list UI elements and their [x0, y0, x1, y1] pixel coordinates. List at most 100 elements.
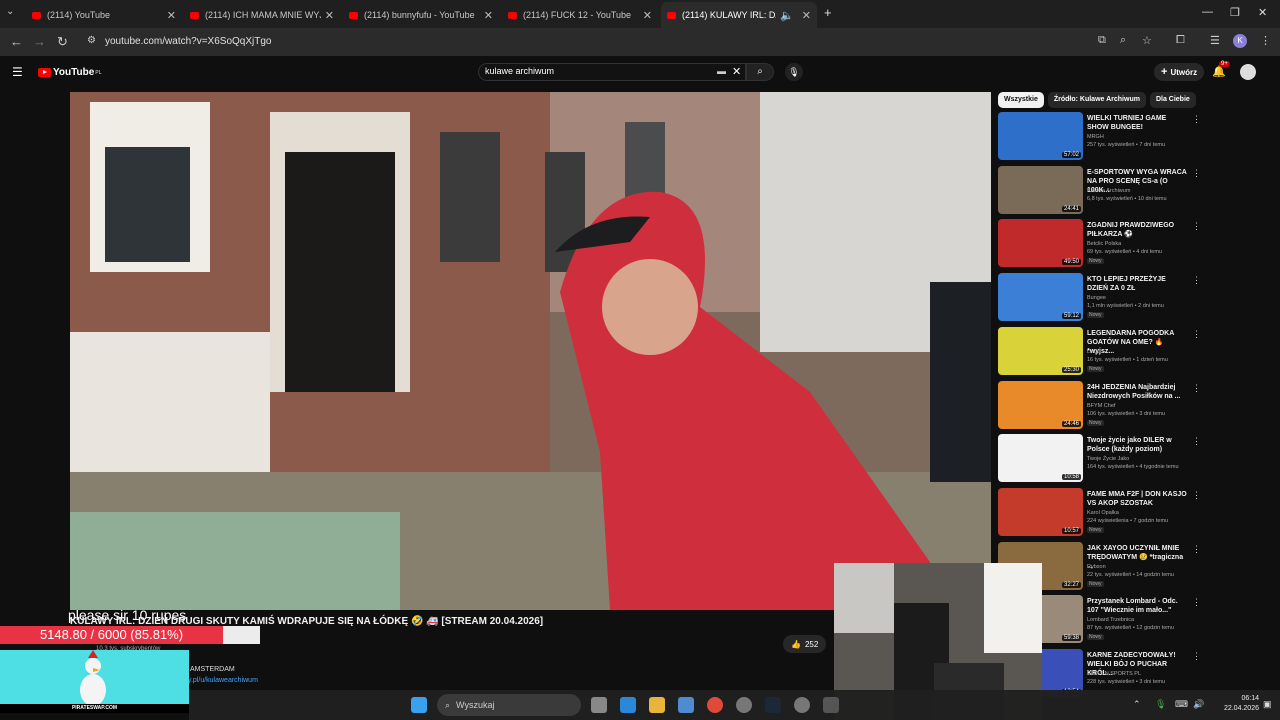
browser-tab-active[interactable]: (2114) KULAWY IRL: DZIEŃ 🔈 ✕ — [661, 2, 817, 28]
video-thumbnail[interactable]: 24:41 — [998, 165, 1083, 214]
steam-icon[interactable] — [765, 697, 781, 713]
recommendation-channel[interactable]: Kulawe Archiwum — [1087, 188, 1130, 194]
url-text[interactable]: youtube.com/watch?v=X6SoQqXjTgo — [105, 36, 271, 47]
recommendation-channel[interactable]: Bungee — [1087, 295, 1106, 301]
recommendation-card[interactable]: 57:02 WIELKI TURNIEJ GAME SHOW BUNGEE! MRG… — [998, 112, 1268, 162]
browser-menu-icon[interactable]: ⋮ — [1260, 34, 1271, 47]
close-tab-icon[interactable]: ✕ — [325, 9, 334, 22]
close-tab-icon[interactable]: ✕ — [802, 9, 811, 22]
more-actions-icon[interactable]: ⋮ — [1192, 275, 1201, 286]
video-thumbnail[interactable]: 10:57 — [998, 487, 1083, 536]
browser-tab[interactable]: (2114) YouTube ✕ — [26, 2, 182, 28]
back-icon[interactable]: ← — [10, 34, 23, 49]
recommendation-channel[interactable]: Lombard Trzebnica — [1087, 617, 1134, 623]
tray-expand-icon[interactable]: ⌃ — [1133, 699, 1141, 710]
recommendation-channel[interactable]: MRGH — [1087, 134, 1104, 140]
video-thumbnail[interactable]: 57:02 — [998, 112, 1083, 160]
recommendation-title[interactable]: ZGADNIJ PRAWDZIWEGO PIŁKARZA ⚽ — [1087, 221, 1187, 239]
forward-icon[interactable]: → — [33, 34, 46, 49]
recommendation-title[interactable]: KTO LEPIEJ PRZEŻYJE DZIEŃ ZA 0 ZŁ — [1087, 275, 1187, 293]
task-view-icon[interactable] — [591, 697, 607, 713]
video-thumbnail[interactable]: 49:50 — [998, 219, 1083, 268]
taskbar-search[interactable]: ⌕ Wyszukaj — [437, 694, 581, 716]
more-actions-icon[interactable]: ⋮ — [1192, 221, 1201, 232]
profile-avatar[interactable]: K — [1233, 34, 1247, 48]
recommendation-card[interactable]: 49:50 ZGADNIJ PRAWDZIWEGO PIŁKARZA ⚽ Betcl… — [998, 219, 1268, 269]
close-tab-icon[interactable]: ✕ — [484, 9, 493, 22]
browser-tab[interactable]: (2114) FUCK 12 - YouTube ✕ — [502, 2, 658, 28]
recommendation-card[interactable]: 25:30 LEGENDARNA POGODKA GOATÓW NA OME? 🔥… — [998, 326, 1268, 377]
address-bar[interactable]: ⚙ youtube.com/watch?v=X6SoQqXjTgo ⧉ ⌕ ☆ … — [80, 31, 1271, 53]
system-clock[interactable]: 06:14 22.04.2026 — [1211, 694, 1259, 714]
voice-search-button[interactable]: 🎙 — [785, 63, 803, 81]
video-thumbnail[interactable]: 59:12 — [998, 273, 1083, 322]
close-tab-icon[interactable]: ✕ — [643, 9, 652, 22]
create-button[interactable]: + Utwórz — [1154, 63, 1205, 81]
more-actions-icon[interactable]: ⋮ — [1192, 329, 1201, 340]
youtube-logo[interactable]: YouTube PL — [38, 67, 102, 78]
bookmark-star-icon[interactable]: ☆ — [1142, 34, 1152, 47]
chip-for-you[interactable]: Dla Ciebie — [1149, 92, 1196, 108]
site-info-icon[interactable]: ⚙ — [87, 35, 96, 46]
recommendation-channel[interactable]: Betclic Polska — [1087, 241, 1121, 247]
more-actions-icon[interactable]: ⋮ — [1192, 436, 1201, 447]
close-tab-icon[interactable]: ✕ — [167, 9, 176, 22]
more-actions-icon[interactable]: ⋮ — [1192, 597, 1201, 608]
more-actions-icon[interactable]: ⋮ — [1192, 544, 1201, 555]
store-icon[interactable] — [678, 697, 694, 713]
new-tab-icon[interactable]: + — [824, 5, 832, 20]
browser-tab[interactable]: (2114) ICH MAMA MNIE WYJAŚ ✕ — [184, 2, 340, 28]
reload-icon[interactable]: ↻ — [57, 34, 68, 50]
zoom-icon[interactable]: ⌕ — [1120, 34, 1126, 47]
more-actions-icon[interactable]: ⋮ — [1192, 114, 1201, 125]
recommendation-card[interactable]: 10:58 Twoje życie jako DILER w Polsce (ka… — [998, 434, 1268, 484]
more-actions-icon[interactable]: ⋮ — [1192, 651, 1201, 662]
recommendation-channel[interactable]: Rybson — [1087, 564, 1106, 570]
recommendation-title[interactable]: FAME MMA F2F | DON KASJO VS AKOP SZOSTAK — [1087, 490, 1187, 508]
search-button[interactable]: ⌕ — [746, 63, 774, 81]
video-thumbnail[interactable]: 10:58 — [998, 434, 1083, 483]
recommendation-title[interactable]: 24H JEDZENIA Najbardziej Niezdrowych Pos… — [1087, 383, 1187, 401]
recording-app-icon[interactable] — [794, 697, 810, 713]
recommendation-title[interactable]: WIELKI TURNIEJ GAME SHOW BUNGEE! — [1087, 114, 1187, 132]
recommendation-card[interactable]: 24:46 24H JEDZENIA Najbardziej Niezdrowyc… — [998, 380, 1268, 431]
more-actions-icon[interactable]: ⋮ — [1192, 383, 1201, 394]
network-icon[interactable]: ⌨ — [1175, 699, 1188, 710]
recommendation-title[interactable]: LEGENDARNA POGODKA GOATÓW NA OME? 🔥 *wyj… — [1087, 329, 1187, 356]
clear-search-icon[interactable]: ✕ — [732, 65, 741, 78]
settings-icon[interactable] — [823, 697, 839, 713]
recommendation-card[interactable]: 59:12 KTO LEPIEJ PRZEŻYJE DZIEŃ ZA 0 ZŁ Bu… — [998, 273, 1268, 323]
reading-list-icon[interactable]: ☰ — [1210, 34, 1220, 47]
description-link[interactable]: y.pl/u/kulawearchiwum — [188, 677, 258, 684]
recommendation-channel[interactable]: LeQu — [1087, 349, 1100, 355]
recommendation-title[interactable]: Twoje życie jako DILER w Polsce (każdy p… — [1087, 436, 1187, 454]
recommendation-title[interactable]: Przystanek Lombard - Odc. 107 "Wiecznie … — [1087, 597, 1187, 615]
video-thumbnail[interactable]: 25:30 — [998, 326, 1083, 375]
recommendation-channel[interactable]: Twoje Życie Jako — [1087, 456, 1129, 462]
obs-icon[interactable] — [736, 697, 752, 713]
restore-icon[interactable]: ❐ — [1230, 6, 1240, 19]
more-actions-icon[interactable]: ⋮ — [1192, 490, 1201, 501]
outlook-icon[interactable] — [620, 697, 636, 713]
microphone-tray-icon[interactable]: 🎙 — [1155, 699, 1166, 710]
recommendation-channel[interactable]: Karol Opalka — [1087, 510, 1119, 516]
windows-start-icon[interactable] — [411, 697, 427, 713]
chip-source[interactable]: Źródło: Kulawe Archiwum — [1047, 92, 1146, 108]
volume-icon[interactable]: 🔊 — [1193, 699, 1204, 710]
search-input[interactable] — [485, 66, 705, 76]
tab-list-icon[interactable]: ⌄ — [6, 6, 14, 17]
keyboard-icon[interactable]: ▬ — [717, 66, 726, 76]
notification-center-icon[interactable]: ▣ — [1263, 699, 1272, 710]
close-window-icon[interactable]: ✕ — [1258, 6, 1267, 19]
chrome-icon[interactable] — [707, 697, 723, 713]
more-actions-icon[interactable]: ⋮ — [1192, 168, 1201, 179]
file-explorer-icon[interactable] — [649, 697, 665, 713]
video-thumbnail[interactable]: 24:46 — [998, 380, 1083, 429]
hamburger-menu-icon[interactable]: ☰ — [12, 65, 23, 79]
recommendation-card[interactable]: 24:41 E-SPORTOWY WYGA WRACA NA PRO SCENĘ … — [998, 165, 1268, 216]
recommendation-card[interactable]: 10:57 FAME MMA F2F | DON KASJO VS AKOP SZ… — [998, 487, 1268, 538]
chip-all[interactable]: Wszystkie — [998, 92, 1044, 108]
install-app-icon[interactable]: ⧉ — [1098, 34, 1106, 47]
speaker-icon[interactable]: 🔈 — [780, 9, 794, 22]
recommendation-channel[interactable]: BFYM Chef — [1087, 403, 1115, 409]
